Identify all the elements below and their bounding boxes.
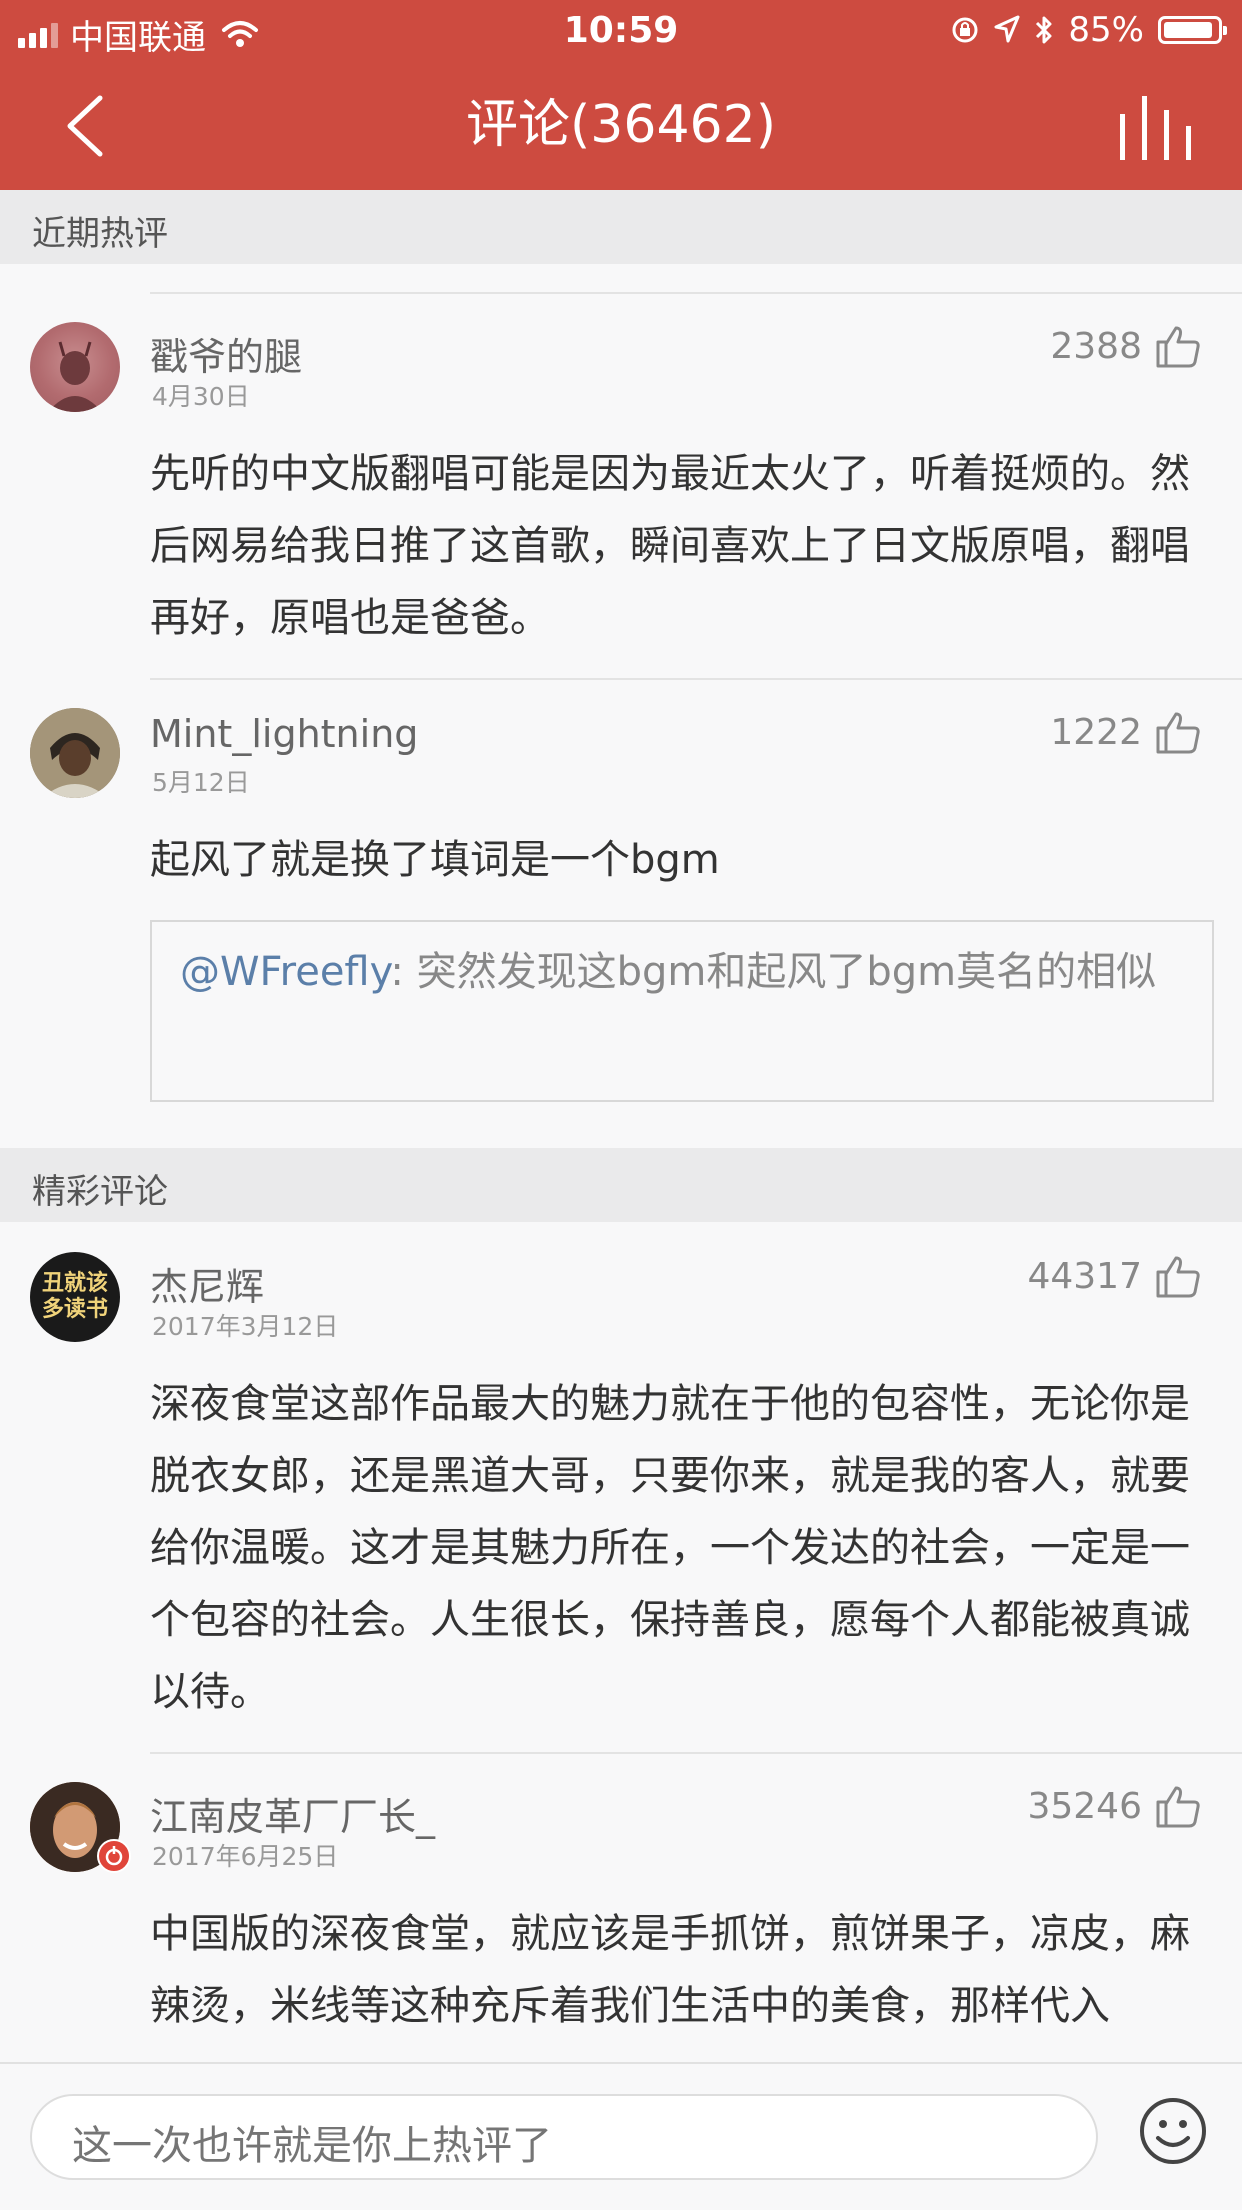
verified-badge-icon bbox=[97, 1839, 131, 1873]
comment-date: 4月30日 bbox=[152, 382, 250, 411]
quoted-reply[interactable]: @WFreefly: 突然发现这bgm和起风了bgm莫名的相似 bbox=[150, 920, 1214, 1102]
comment-date: 5月12日 bbox=[152, 768, 250, 797]
reply-mention[interactable]: @WFreefly bbox=[180, 949, 390, 995]
avatar-text-line: 丑就该 bbox=[41, 1271, 108, 1296]
comment-text: 深夜食堂这部作品最大的魅力就在于他的包容性，无论你是脱衣女郎，还是黑道大哥，只要… bbox=[150, 1381, 1190, 1715]
reply-text: : 突然发现这bgm和起风了bgm莫名的相似 bbox=[390, 949, 1157, 995]
top-bar: 中国联通 10:59 85% 评论(36462) bbox=[0, 0, 1242, 190]
like-button[interactable]: 35246 bbox=[1027, 1782, 1202, 1830]
like-button[interactable]: 1222 bbox=[1050, 708, 1202, 756]
thumbs-up-icon bbox=[1156, 326, 1200, 368]
battery-icon bbox=[1158, 16, 1227, 44]
like-button[interactable]: 2388 bbox=[1050, 322, 1202, 370]
divider bbox=[150, 678, 1242, 680]
thumbs-up-icon bbox=[1156, 1786, 1200, 1828]
comment-author[interactable]: 戳爷的腿 bbox=[150, 326, 302, 381]
thumbs-up-icon bbox=[1156, 1256, 1200, 1298]
comment-author[interactable]: 江南皮革厂厂长_ bbox=[150, 1786, 435, 1841]
battery-percent: 85% bbox=[1068, 10, 1144, 50]
comment-date: 2017年3月12日 bbox=[152, 1312, 339, 1341]
comment-input-bar bbox=[0, 2062, 1242, 2210]
thumbs-up-icon bbox=[1156, 712, 1200, 754]
orientation-lock-icon bbox=[952, 17, 978, 43]
page-title: 评论(36462) bbox=[466, 95, 776, 155]
avatar[interactable] bbox=[30, 322, 120, 412]
section-featured: 精彩评论 bbox=[0, 1148, 1242, 1222]
comment-text: 先听的中文版翻唱可能是因为最近太火了，听着挺烦的。然后网易给我日推了这首歌，瞬间… bbox=[150, 451, 1190, 641]
status-right: 85% bbox=[950, 10, 1227, 50]
section-recent-hot: 近期热评 bbox=[0, 190, 1242, 264]
location-icon bbox=[994, 15, 1020, 43]
comment-text: 中国版的深夜食堂，就应该是手抓饼，煎饼果子，凉皮，麻辣烫，米线等这种充斥着我们生… bbox=[150, 1911, 1190, 2029]
like-count: 35246 bbox=[1027, 1785, 1142, 1827]
like-button[interactable]: 44317 bbox=[1027, 1252, 1202, 1300]
bluetooth-icon bbox=[1036, 16, 1052, 44]
avatar[interactable]: 丑就该 多读书 bbox=[30, 1252, 120, 1342]
comment-date: 2017年6月25日 bbox=[152, 1842, 339, 1871]
like-count: 44317 bbox=[1027, 1255, 1142, 1297]
status-bar: 中国联通 10:59 85% bbox=[0, 0, 1242, 62]
comment-author[interactable]: 杰尼辉 bbox=[150, 1256, 264, 1311]
avatar-photo-icon bbox=[30, 708, 120, 798]
emoji-icon[interactable] bbox=[1138, 2096, 1208, 2166]
comment-author[interactable]: Mint_lightning bbox=[150, 712, 418, 756]
like-count: 1222 bbox=[1050, 711, 1142, 753]
avatar-silhouette-icon bbox=[48, 341, 102, 412]
divider bbox=[150, 1752, 1242, 1754]
section-title: 精彩评论 bbox=[32, 1172, 168, 1212]
divider bbox=[150, 292, 1242, 294]
comment-input[interactable] bbox=[30, 2094, 1098, 2180]
equalizer-icon[interactable] bbox=[1116, 96, 1196, 160]
avatar-text-line: 多读书 bbox=[41, 1297, 108, 1322]
comment-text: 起风了就是换了填词是一个bgm bbox=[150, 837, 720, 883]
section-title: 近期热评 bbox=[32, 214, 168, 254]
like-count: 2388 bbox=[1050, 325, 1142, 367]
avatar[interactable] bbox=[30, 708, 120, 798]
